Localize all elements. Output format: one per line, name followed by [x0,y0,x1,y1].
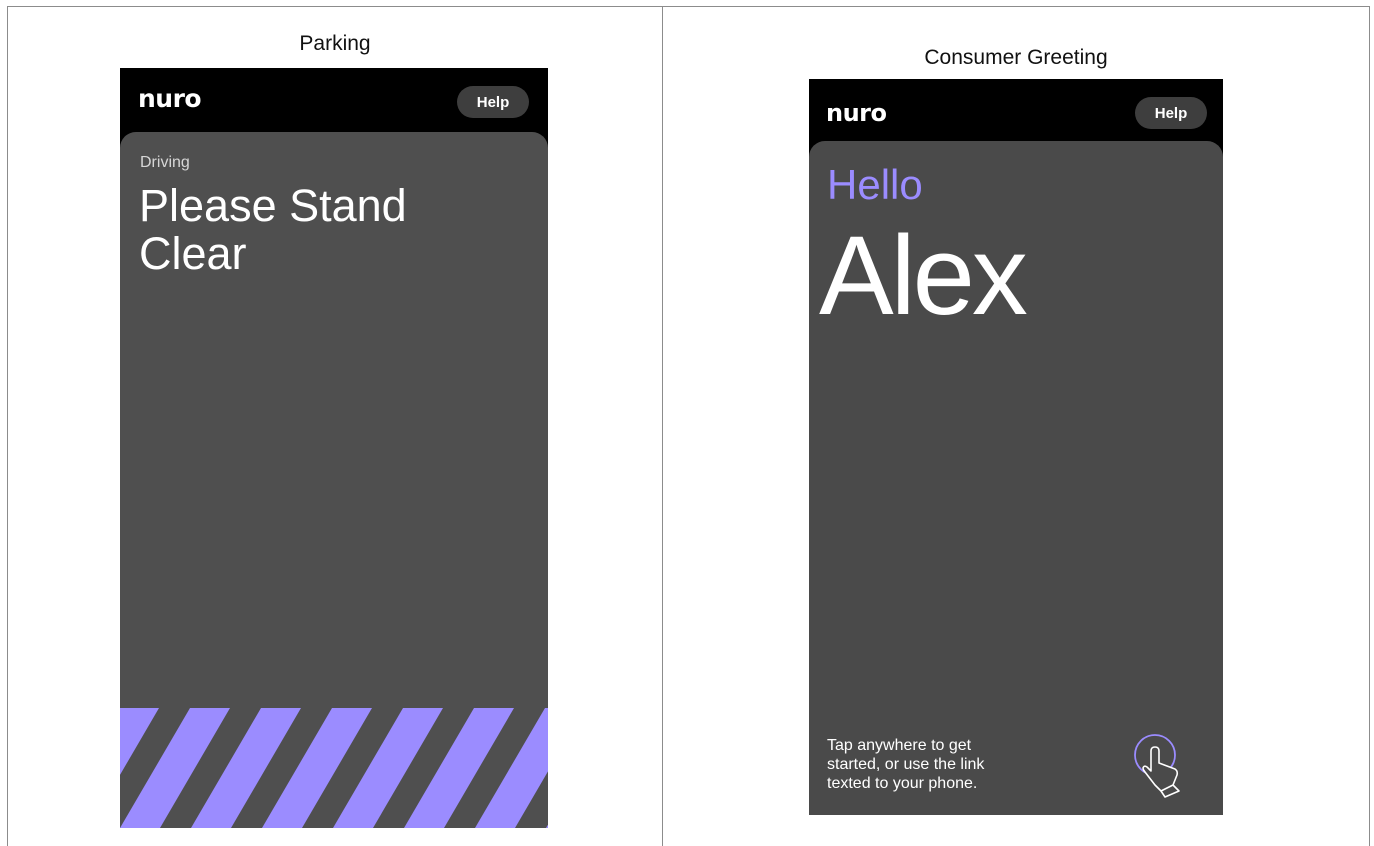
consumer-greeting-screen: nuro Help Hello Alex Tap anywhere to get… [809,79,1223,815]
instruction-line: started, or use the link [827,756,985,773]
status-label: Driving [140,154,190,171]
customer-name: Alex [819,213,1028,338]
caption-parking: Parking [299,32,371,55]
help-button[interactable]: Help [1135,97,1207,129]
nuro-logo: nuro [826,99,887,127]
column-divider [662,6,663,846]
headline-line: Please Stand [139,180,407,231]
greeting-hello: Hello [827,161,923,208]
help-button[interactable]: Help [457,86,529,118]
status-card: Driving Please Stand Clear [120,132,548,828]
caption-consumer-greeting: Consumer Greeting [924,46,1108,69]
instruction-line: Tap anywhere to get [827,737,972,754]
tap-hand-icon [1134,734,1180,798]
greeting-card[interactable]: Hello Alex Tap anywhere to get started, … [809,141,1223,815]
nuro-logo: nuro [138,84,202,113]
parking-screen: nuro Help Driving Please Stand Clear [120,68,548,828]
warning-stripes [120,708,548,828]
instruction-line: texted to your phone. [827,775,978,792]
tap-instruction: Tap anywhere to get started, or use the … [827,736,1037,793]
headline: Please Stand Clear [139,182,519,278]
headline-line: Clear [139,228,247,279]
